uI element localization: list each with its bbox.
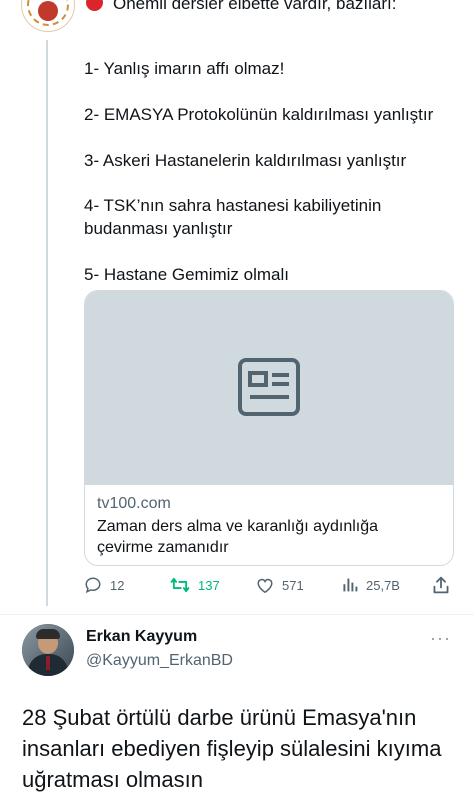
like-button[interactable]: 571 <box>256 574 304 596</box>
reply-text: 28 Şubat örtülü darbe ürünü Emasya'nın i… <box>22 705 442 792</box>
reply-button[interactable]: 12 <box>84 574 124 596</box>
red-circle-emoji <box>86 0 103 11</box>
divider <box>0 614 474 615</box>
share-button[interactable] <box>432 574 450 596</box>
list-item: 2- EMASYA Protokolünün kaldırılması yanl… <box>84 105 434 124</box>
card-domain: tv100.com <box>97 495 171 512</box>
share-icon <box>433 576 449 594</box>
avatar-tie <box>46 656 50 670</box>
list-item: 4- TSK’nın sahra hastanesi kabiliyetinin… <box>84 196 382 238</box>
like-count: 571 <box>282 577 304 593</box>
tweet-actions: 12 137 571 25,7B <box>84 574 454 596</box>
retweet-icon <box>170 577 190 593</box>
list-item: 3- Askeri Hastanelerin kaldırılması yanl… <box>84 151 407 170</box>
reply-count: 12 <box>110 577 125 593</box>
avatar-hair <box>36 629 60 639</box>
views-button[interactable]: 25,7B <box>342 574 400 596</box>
views-count: 25,7B <box>366 577 400 593</box>
reply-icon <box>85 577 101 594</box>
retweet-button[interactable]: 137 <box>170 574 220 596</box>
more-options-icon[interactable]: ··· <box>430 628 451 649</box>
list-item: 5- Hastane Gemimiz olmalı <box>84 265 290 284</box>
author-avatar[interactable] <box>21 0 75 32</box>
first-line-text: Önemli dersler elbette vardır, bazıları: <box>113 0 397 13</box>
link-card[interactable]: tv100.com Zaman ders alma ve karanlığı a… <box>84 290 454 566</box>
reply-author-avatar[interactable] <box>22 624 74 676</box>
tweet-first-line: Önemli dersler elbette vardır, bazıları: <box>86 0 396 14</box>
thread-line <box>46 40 48 606</box>
heart-icon <box>257 578 273 593</box>
card-title: Zaman ders alma ve karanlığı aydınlığa ç… <box>97 518 379 556</box>
views-chart-icon <box>343 578 358 592</box>
reply-author-name[interactable]: Erkan Kayyum <box>86 628 197 646</box>
news-article-icon <box>238 358 300 416</box>
emblem-core <box>38 1 58 21</box>
retweet-count: 137 <box>198 577 220 593</box>
reply-author-handle[interactable]: @Kayyum_ErkanBD <box>86 652 233 670</box>
list-item: 1- Yanlış imarın affı olmaz! <box>84 59 285 78</box>
card-media <box>85 291 453 485</box>
